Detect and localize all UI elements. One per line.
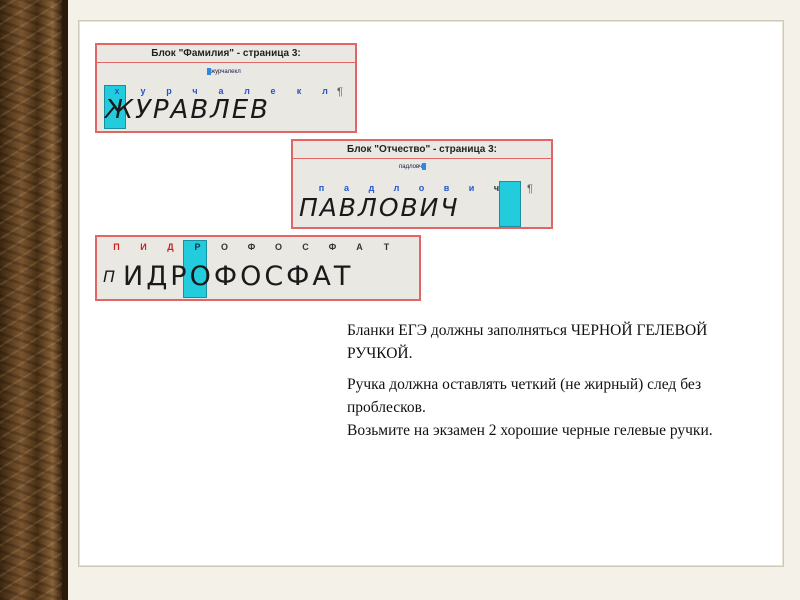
third-handwriting: ИДРОФОСФАТ <box>123 261 354 292</box>
form-letter: И <box>140 242 147 252</box>
caption-paragraph-1: Бланки ЕГЭ должны заполняться ЧЕРНОЙ ГЕЛ… <box>347 322 708 362</box>
form-letter: д <box>368 183 375 193</box>
typed-word: падловч <box>397 163 429 171</box>
form-letter: О <box>220 242 228 252</box>
form-letter: Р <box>194 242 201 252</box>
typed-word: журчалекл <box>205 68 243 76</box>
surname-typed-word: журчалекл <box>211 69 241 76</box>
form-letter: Д <box>167 242 174 252</box>
form-letter: Ф <box>247 242 256 252</box>
form-examples-image: Блок "Фамилия" - страница 3: журчалекл х… <box>87 33 565 305</box>
third-prefix: П <box>103 267 116 286</box>
form-letter: в <box>443 183 450 193</box>
form-letter: О <box>274 242 282 252</box>
cursor-icon <box>422 163 427 170</box>
form-letter: ч <box>493 183 500 193</box>
patronymic-handwriting: ПАВЛОВИЧ <box>299 193 460 222</box>
form-letter: л <box>322 86 328 96</box>
form-letter: Ф <box>328 242 337 252</box>
form-letter: л <box>393 183 400 193</box>
surname-block-title: Блок "Фамилия" - страница 3: <box>151 48 301 59</box>
form-letter: А <box>356 242 363 252</box>
form-letter: С <box>302 242 309 252</box>
form-letter: п <box>318 183 325 193</box>
form-letter: к <box>296 86 302 96</box>
wood-border-decoration <box>0 0 62 600</box>
instruction-text: Бланки ЕГЭ должны заполняться ЧЕРНОЙ ГЕЛ… <box>347 319 747 442</box>
caption-paragraph-2: Ручка должна оставлять четкий (не жирный… <box>347 376 702 416</box>
patronymic-block-title: Блок "Отчество" - страница 3: <box>347 144 497 155</box>
third-block: ПИДРОФОСФАТ П ИДРОФОСФАТ <box>95 235 421 301</box>
patronymic-letter-row: падлович <box>309 183 509 193</box>
slide: Блок "Фамилия" - страница 3: журчалекл х… <box>78 20 784 567</box>
title-rule <box>293 158 551 159</box>
pilcrow-icon: ¶ <box>337 86 343 98</box>
surname-handwriting: ЖУРАВЛЕВ <box>105 95 270 125</box>
patronymic-typed-word: падловч <box>399 164 423 171</box>
caption-paragraph-3: Возьмите на экзамен 2 хорошие черные гел… <box>347 422 713 439</box>
surname-block: Блок "Фамилия" - страница 3: журчалекл х… <box>95 43 357 133</box>
form-letter: Т <box>383 242 390 252</box>
form-letter: а <box>343 183 349 193</box>
pilcrow-icon: ¶ <box>527 183 533 195</box>
third-letter-row: ПИДРОФОСФАТ <box>103 242 400 252</box>
form-letter: и <box>468 183 475 193</box>
form-letter: о <box>418 183 425 193</box>
patronymic-block: Блок "Отчество" - страница 3: падловч па… <box>291 139 553 229</box>
form-letter: П <box>113 242 120 252</box>
title-rule <box>97 62 355 63</box>
